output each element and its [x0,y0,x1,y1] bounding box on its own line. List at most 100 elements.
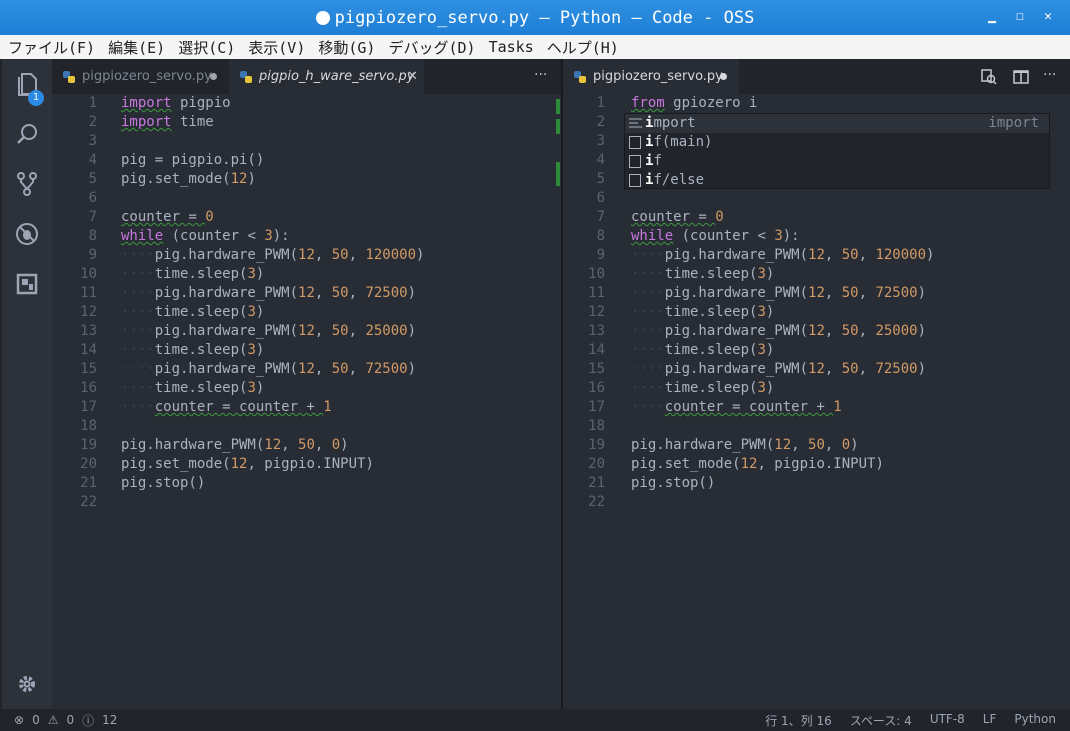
menu-debug[interactable]: デバッグ(D) [388,37,475,58]
line-number: 5 [596,171,605,187]
code-line[interactable]: 8 while (counter < 3): [563,227,1070,246]
minimize-button[interactable]: ▁ [978,9,1006,24]
code-line[interactable]: 5 pig.set_mode(12) [52,170,561,189]
code-line[interactable]: 17 ····counter = counter + 1 [563,398,1070,417]
suggest-item-import[interactable]: import import [625,114,1049,133]
extensions-button[interactable] [2,264,52,304]
code-line[interactable]: 16 ····time.sleep(3) [563,379,1070,398]
code-line[interactable]: 15 ····pig.hardware_PWM(12, 50, 72500) [563,360,1070,379]
code-line[interactable]: 12 ····time.sleep(3) [563,303,1070,322]
code-line[interactable]: 4 pig = pigpio.pi() [52,151,561,170]
code-line[interactable]: 10 ····time.sleep(3) [563,265,1070,284]
code-line[interactable]: 12 ····time.sleep(3) [52,303,561,322]
right-editor-group: pigpiozero_servo.py ··· 1 from gpiozero i… [563,59,1070,709]
code-line[interactable]: 22 [563,493,1070,512]
suggest-item-if[interactable]: if [625,152,1049,171]
problems-summary[interactable]: ⊗ 0 ⚠ 0 ⓘ 12 [14,712,117,729]
code-line[interactable]: 14 ····time.sleep(3) [52,341,561,360]
code-line[interactable]: 9 ····pig.hardware_PWM(12, 50, 120000) [563,246,1070,265]
open-changes-icon[interactable] [981,69,997,85]
code-text: from gpiozero i [631,95,758,111]
line-number: 4 [596,152,605,168]
close-icon[interactable]: ✕ [407,69,418,84]
code-line[interactable]: 22 [52,493,561,512]
code-line[interactable]: 6 [563,189,1070,208]
menu-selection[interactable]: 選択(C) [178,37,235,58]
tab-pigpio-h-ware-servo[interactable]: pigpio_h_ware_servo.py ✕ [229,59,424,94]
menu-edit[interactable]: 編集(E) [108,37,165,58]
line-number: 1 [88,95,97,111]
suggest-item-if-else[interactable]: if/else [625,171,1049,190]
code-line[interactable]: 3 [52,132,561,151]
more-actions-icon[interactable]: ··· [534,67,547,83]
line-number: 11 [80,285,97,301]
split-editor-icon[interactable] [1013,69,1029,85]
indentation[interactable]: スペース: 4 [850,712,912,729]
code-text: import pigpio [121,95,231,111]
code-text: counter = 0 [121,209,214,225]
code-line[interactable]: 11 ····pig.hardware_PWM(12, 50, 72500) [52,284,561,303]
code-text: while (counter < 3): [631,228,800,244]
code-line[interactable]: 18 [52,417,561,436]
menu-tasks[interactable]: Tasks [489,38,534,56]
line-number: 16 [588,380,605,396]
menu-go[interactable]: 移動(G) [318,37,375,58]
tab-pigpiozero-servo-right[interactable]: pigpiozero_servo.py [563,59,739,94]
code-text: ····time.sleep(3) [121,266,265,282]
line-ending[interactable]: LF [983,712,997,729]
close-button[interactable]: ✕ [1034,9,1062,24]
code-line[interactable]: 20 pig.set_mode(12, pigpio.INPUT) [52,455,561,474]
code-line[interactable]: 16 ····time.sleep(3) [52,379,561,398]
encoding[interactable]: UTF-8 [930,712,965,729]
cursor-position[interactable]: 行 1、列 16 [765,712,832,729]
code-line[interactable]: 10 ····time.sleep(3) [52,265,561,284]
search-button[interactable] [2,114,52,154]
code-line[interactable]: 13 ····pig.hardware_PWM(12, 50, 25000) [563,322,1070,341]
suggest-rest: f [653,153,662,169]
menu-view[interactable]: 表示(V) [248,37,305,58]
debug-button[interactable] [2,214,52,254]
code-line[interactable]: 21 pig.stop() [563,474,1070,493]
snippet-icon [629,155,641,168]
menu-file[interactable]: ファイル(F) [8,37,95,58]
code-line[interactable]: 18 [563,417,1070,436]
left-code-editor[interactable]: 1 import pigpio 2 import time 3 4 pig = pigpio… [52,94,561,709]
code-line[interactable]: 1 import pigpio [52,94,561,113]
source-control-button[interactable] [2,164,52,204]
unsaved-dot-icon [315,10,330,25]
language-mode[interactable]: Python [1014,712,1056,729]
code-line[interactable]: 7 counter = 0 [563,208,1070,227]
extensions-icon [16,273,38,295]
code-line[interactable]: 2 import time [52,113,561,132]
code-line[interactable]: 20 pig.set_mode(12, pigpio.INPUT) [563,455,1070,474]
code-line[interactable]: 19 pig.hardware_PWM(12, 50, 0) [52,436,561,455]
tab-pigpiozero-servo[interactable]: pigpiozero_servo.py [52,59,228,94]
line-number: 10 [588,266,605,282]
code-text: ····time.sleep(3) [121,342,265,358]
code-text: pig.hardware_PWM(12, 50, 0) [631,437,859,453]
code-line[interactable]: 1 from gpiozero i [563,94,1070,113]
code-text: import time [121,114,214,130]
left-editor-group: pigpiozero_servo.py pigpio_h_ware_servo.… [52,59,561,709]
code-line[interactable]: 17 ····counter = counter + 1 [52,398,561,417]
code-line[interactable]: 6 [52,189,561,208]
suggest-item-if-main[interactable]: if(main) [625,133,1049,152]
maximize-button[interactable]: ☐ [1006,9,1034,24]
code-line[interactable]: 11 ····pig.hardware_PWM(12, 50, 72500) [563,284,1070,303]
code-line[interactable]: 13 ····pig.hardware_PWM(12, 50, 25000) [52,322,561,341]
code-line[interactable]: 14 ····time.sleep(3) [563,341,1070,360]
code-line[interactable]: 19 pig.hardware_PWM(12, 50, 0) [563,436,1070,455]
code-line[interactable]: 7 counter = 0 [52,208,561,227]
explorer-button[interactable]: 1 [2,64,52,106]
more-actions-icon[interactable]: ··· [1043,67,1056,83]
line-number: 15 [588,361,605,377]
code-line[interactable]: 15 ····pig.hardware_PWM(12, 50, 72500) [52,360,561,379]
code-line[interactable]: 21 pig.stop() [52,474,561,493]
manage-button[interactable] [2,664,52,704]
error-count: 0 [32,713,40,727]
menu-help[interactable]: ヘルプ(H) [547,37,619,58]
code-line[interactable]: 9 ····pig.hardware_PWM(12, 50, 120000) [52,246,561,265]
code-line[interactable]: 8 while (counter < 3): [52,227,561,246]
code-text: ····counter = counter + 1 [121,399,332,415]
line-number: 6 [88,190,97,206]
